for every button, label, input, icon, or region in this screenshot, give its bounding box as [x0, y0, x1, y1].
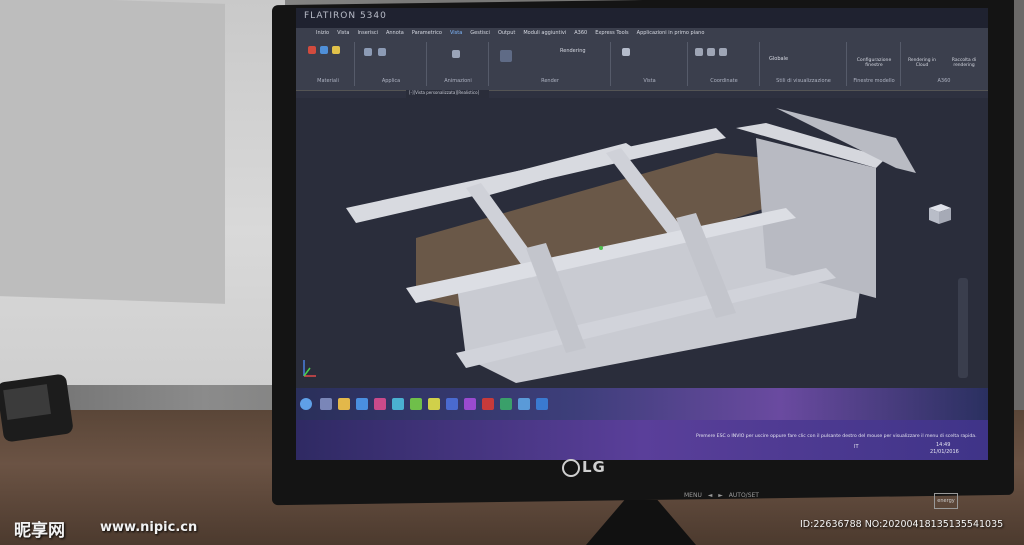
ucs-icon[interactable]: [707, 48, 715, 56]
energy-star-badge: energy: [934, 493, 958, 509]
taskbar-app-icon[interactable]: [410, 398, 422, 410]
group-label: Materiali: [317, 78, 339, 84]
ribbon-tabs: Inizio Vista Inserisci Annota Parametric…: [316, 30, 704, 40]
ribbon-group-vista: Vista: [612, 42, 688, 86]
clock-date: 21/01/2016: [930, 449, 959, 455]
ribbon-group-coordinate: Coordinate: [689, 42, 760, 86]
view-icon[interactable]: [622, 48, 630, 56]
status-message: Premere ESC o INVIO per uscire oppure fa…: [696, 434, 977, 439]
group-label: Vista: [643, 78, 656, 84]
lg-logo-icon: [562, 459, 580, 477]
group-label: Render: [541, 78, 559, 84]
group-label: Applica: [381, 78, 401, 84]
handheld-device: [0, 373, 74, 443]
apply-icon[interactable]: [364, 48, 372, 56]
ribbon-tab[interactable]: A360: [574, 30, 587, 40]
whiteboard: [0, 0, 285, 385]
ribbon-tab[interactable]: Output: [498, 30, 515, 40]
material-icon[interactable]: [320, 46, 328, 54]
3d-frame-model: [346, 108, 916, 383]
ribbon-toolbar: Inizio Vista Inserisci Annota Parametric…: [296, 28, 988, 91]
taskbar-app-icon[interactable]: [338, 398, 350, 410]
ribbon-group-animazioni: Animazioni: [428, 42, 489, 86]
taskbar-app-icon[interactable]: [518, 398, 530, 410]
windows-taskbar: [296, 388, 988, 420]
device-screen: [3, 384, 51, 420]
group-label: Finestre modello: [853, 78, 895, 84]
status-bar: Premere ESC o INVIO per uscire oppure fa…: [296, 420, 988, 460]
ribbon-group-finestre: Configurazione finestre Finestre modello: [848, 42, 901, 86]
taskbar-app-icon[interactable]: [446, 398, 458, 410]
ribbon-group-render: Rendering Render: [490, 42, 611, 86]
language-indicator[interactable]: IT: [854, 444, 859, 450]
ribbon-group-a360: Rendering in Cloud Raccolta di rendering…: [902, 42, 986, 86]
ribbon-tab[interactable]: Inserisci: [357, 30, 378, 40]
configurazione-label[interactable]: Configurazione finestre: [850, 58, 898, 68]
taskbar-app-icon[interactable]: [536, 398, 548, 410]
watermark-id: ID:22636788 NO:20200418135135541035: [800, 519, 1004, 530]
app-titlebar: FLATIRON 5340: [296, 8, 988, 28]
taskbar-app-icon[interactable]: [392, 398, 404, 410]
watermark-url: www.nipic.cn: [100, 520, 198, 535]
viewport-label[interactable]: [-][Vista personalizzata][Realistico]: [406, 90, 489, 98]
monitor-controls[interactable]: MENU ◄ ► AUTO/SET: [684, 492, 759, 499]
taskbar-app-icon[interactable]: [428, 398, 440, 410]
raccolta-label[interactable]: Raccolta di rendering: [944, 58, 984, 68]
clock-time: 14:49: [936, 442, 951, 448]
ribbon-group-materiali: Materiali: [302, 42, 355, 86]
globale-label[interactable]: Globale: [769, 56, 788, 62]
taskbar-app-icon[interactable]: [320, 398, 332, 410]
rendering-label[interactable]: Rendering: [560, 48, 586, 54]
navigation-bar[interactable]: [958, 278, 968, 378]
taskbar-app-icon[interactable]: [356, 398, 368, 410]
app-brand: FLATIRON 5340: [304, 11, 387, 21]
material-icon[interactable]: [332, 46, 340, 54]
group-label: Coordinate: [710, 78, 738, 84]
ribbon-tab[interactable]: Annota: [386, 30, 404, 40]
model-marker: [599, 246, 603, 250]
viewcube-widget[interactable]: [921, 198, 955, 230]
ribbon-group-applica: Applica: [356, 42, 427, 86]
ucs-icon[interactable]: [719, 48, 727, 56]
group-label: Stili di visualizzazione: [776, 78, 831, 84]
cube-icon: [929, 204, 951, 224]
ribbon-tab[interactable]: Gestisci: [470, 30, 490, 40]
taskbar-app-icon[interactable]: [500, 398, 512, 410]
ribbon-tab[interactable]: Inizio: [316, 30, 329, 40]
ribbon-group-stili: Globale Stili di visualizzazione: [761, 42, 847, 86]
model-viewport[interactable]: [296, 98, 988, 388]
watermark-site-cn: 昵享网: [14, 521, 65, 541]
group-label: A360: [937, 78, 951, 84]
material-icon[interactable]: [308, 46, 316, 54]
render-teapot-icon[interactable]: [500, 50, 512, 62]
group-label: Animazioni: [444, 78, 472, 84]
ribbon-tab[interactable]: Express Tools: [595, 30, 628, 40]
start-button-icon[interactable]: [300, 398, 312, 410]
ribbon-tab[interactable]: Moduli aggiuntivi: [523, 30, 566, 40]
ribbon-tab-active[interactable]: Vista: [450, 30, 462, 40]
monitor-logo: LG: [582, 458, 606, 476]
taskbar-app-icon[interactable]: [464, 398, 476, 410]
monitor-screen: FLATIRON 5340 Inizio Vista Inserisci Ann…: [296, 8, 988, 460]
taskbar-app-icon[interactable]: [374, 398, 386, 410]
animation-icon[interactable]: [452, 50, 460, 58]
autocad-icon[interactable]: [482, 398, 494, 410]
ucs-icon[interactable]: [695, 48, 703, 56]
ucs-axis-icon: [303, 360, 316, 377]
ribbon-tab[interactable]: Applicazioni in primo piano: [637, 30, 705, 40]
photo-scene: FLATIRON 5340 Inizio Vista Inserisci Ann…: [0, 0, 1024, 545]
whiteboard-sketch: [0, 0, 225, 304]
rendering-cloud-label[interactable]: Rendering in Cloud: [902, 58, 942, 68]
ribbon-tab[interactable]: Vista: [337, 30, 349, 40]
apply-icon[interactable]: [378, 48, 386, 56]
ribbon-tab[interactable]: Parametrico: [412, 30, 442, 40]
